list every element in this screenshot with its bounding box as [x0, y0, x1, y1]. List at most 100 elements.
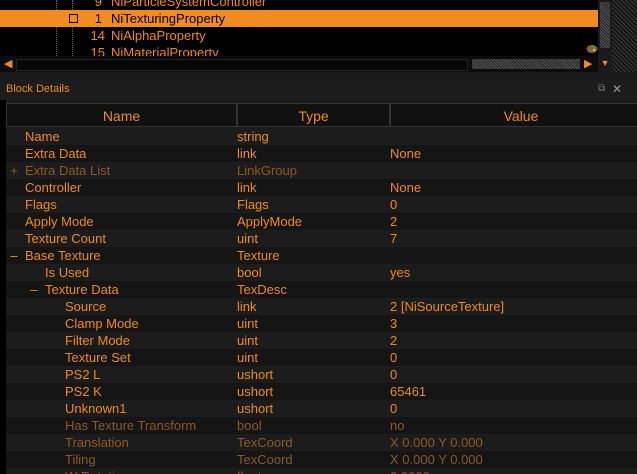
tree-item-number: 15: [90, 45, 105, 56]
scroll-right-arrow-icon[interactable]: ▶: [584, 57, 592, 70]
table-row[interactable]: PS2 L ushort 0: [6, 366, 637, 383]
dock-splitter[interactable]: [612, 0, 637, 72]
tree-item-number: 14: [90, 28, 105, 43]
scrollbar-track[interactable]: [16, 59, 468, 71]
table-row[interactable]: W Rotation float 0.0000: [6, 468, 637, 474]
cell-name: Clamp Mode: [65, 316, 139, 331]
cell-value[interactable]: X 0.000 Y 0.000: [390, 434, 483, 451]
column-header-value[interactable]: Value: [390, 103, 637, 127]
cell-type: string: [237, 129, 269, 144]
cell-name: Source: [65, 299, 107, 314]
cell-value[interactable]: 2: [390, 213, 397, 230]
cell-value[interactable]: 65461: [390, 383, 426, 400]
cell-name: Apply Mode: [25, 214, 94, 229]
cell-type: TexDesc: [237, 282, 287, 297]
table-row[interactable]: Filter Mode uint 2: [6, 332, 637, 349]
column-header-type[interactable]: Type: [237, 103, 390, 127]
table-row[interactable]: Source link 2 [NiSourceTexture]: [6, 298, 637, 315]
table-row[interactable]: Texture Set uint 0: [6, 349, 637, 366]
cell-type: float: [237, 468, 262, 474]
cell-type: link: [237, 180, 257, 195]
column-header-name[interactable]: Name: [6, 103, 237, 127]
tree-item-label: NiAlphaProperty: [111, 28, 206, 43]
table-row[interactable]: Translation TexCoord X 0.000 Y 0.000: [6, 434, 637, 451]
table-header: Name Type Value: [6, 103, 637, 127]
tree-item-alpha-property[interactable]: 14 NiAlphaProperty: [0, 27, 612, 44]
block-tree: 9 NiParticleSystemController 1 NiTexturi…: [0, 0, 612, 56]
cell-type: Texture: [237, 248, 280, 263]
cell-name: Controller: [25, 180, 82, 195]
row-expander-icon[interactable]: –: [9, 247, 19, 264]
table-row[interactable]: Texture Count uint 7: [6, 230, 637, 247]
row-expander-icon[interactable]: –: [29, 281, 39, 298]
close-icon[interactable]: ✕: [612, 82, 622, 96]
table-row[interactable]: Name string: [6, 128, 637, 145]
cell-value[interactable]: 0: [390, 349, 397, 366]
cell-name: Texture Count: [25, 231, 106, 246]
table-row[interactable]: – Texture Data TexDesc: [6, 281, 637, 298]
table-row[interactable]: + Extra Data List LinkGroup: [6, 162, 637, 179]
panel-separator: [0, 72, 637, 80]
cell-value[interactable]: no: [390, 417, 404, 434]
float-panel-icon[interactable]: ⧉: [598, 83, 605, 94]
tree-item-label: NiMaterialProperty: [111, 45, 219, 56]
tree-vertical-scrollbar[interactable]: ▼: [598, 0, 612, 72]
cell-value[interactable]: X 0.000 Y 0.000: [390, 451, 483, 468]
cell-type: ushort: [237, 367, 274, 382]
cell-name: PS2 L: [65, 367, 101, 382]
scrollbar-thumb[interactable]: [600, 2, 610, 48]
table-row[interactable]: Tiling TexCoord X 0.000 Y 0.000: [6, 451, 637, 468]
cell-value[interactable]: 2 [NiSourceTexture]: [390, 298, 504, 315]
cell-value[interactable]: 2: [390, 332, 397, 349]
cell-value[interactable]: yes: [390, 264, 410, 281]
table-row[interactable]: Extra Data link None: [6, 145, 637, 162]
cell-type: bool: [237, 265, 262, 280]
block-details-title: Block Details: [6, 83, 70, 95]
table-row[interactable]: PS2 K ushort 65461: [6, 383, 637, 400]
table-row[interactable]: Unknown1 ushort 0: [6, 400, 637, 417]
cell-value[interactable]: 7: [390, 230, 397, 247]
cell-value[interactable]: None: [390, 145, 421, 162]
cell-type: link: [237, 299, 257, 314]
table-row[interactable]: Flags Flags 0: [6, 196, 637, 213]
table-row[interactable]: – Base Texture Texture: [6, 247, 637, 264]
scroll-down-arrow-icon[interactable]: ▼: [600, 58, 610, 68]
cell-type: uint: [237, 231, 258, 246]
table-row[interactable]: Controller link None: [6, 179, 637, 196]
cell-type: link: [237, 146, 257, 161]
tree-horizontal-scrollbar[interactable]: ◀ ▶: [0, 56, 598, 72]
cell-value[interactable]: 3: [390, 315, 397, 332]
cell-type: TexCoord: [237, 435, 293, 450]
cell-value[interactable]: 0: [390, 366, 397, 383]
table-row[interactable]: Clamp Mode uint 3: [6, 315, 637, 332]
tree-item-number: 1: [94, 11, 102, 26]
scroll-left-arrow-icon[interactable]: ◀: [4, 57, 12, 70]
tree-item-material-property[interactable]: 15 NiMaterialProperty: [0, 44, 612, 56]
tree-item-label: NiParticleSystemController: [111, 0, 267, 9]
table-row[interactable]: Is Used bool yes: [6, 264, 637, 281]
cell-type: uint: [237, 350, 258, 365]
tree-item-texturing-property[interactable]: 1 NiTexturingProperty: [0, 10, 612, 27]
cell-name: PS2 K: [65, 384, 102, 399]
cell-name: Extra Data List: [25, 163, 111, 178]
cell-value[interactable]: None: [390, 179, 421, 196]
cell-name: Has Texture Transform: [65, 418, 197, 433]
block-details-table: Name Type Value Name string Extra Data link…: [6, 100, 637, 474]
cell-name: Extra Data: [25, 146, 87, 161]
cell-type: ApplyMode: [237, 214, 303, 229]
cell-value[interactable]: 0: [390, 400, 397, 417]
cell-value[interactable]: 0.0000: [390, 468, 430, 474]
table-row[interactable]: Apply Mode ApplyMode 2: [6, 213, 637, 230]
cell-name: Base Texture: [25, 248, 101, 263]
row-expander-icon[interactable]: +: [9, 162, 19, 179]
cell-type: Flags: [237, 197, 269, 212]
tree-item-particle-controller[interactable]: 9 NiParticleSystemController: [0, 0, 612, 10]
cell-value[interactable]: 0: [390, 196, 397, 213]
cell-name: W Rotation: [65, 468, 129, 474]
cell-name: Translation: [65, 435, 129, 450]
cell-name: Unknown1: [65, 401, 127, 416]
block-details-header: Block Details ⧉ ✕: [0, 80, 637, 100]
cell-name: Texture Data: [45, 282, 119, 297]
table-row[interactable]: Has Texture Transform bool no: [6, 417, 637, 434]
scrollbar-thumb[interactable]: [472, 59, 580, 69]
